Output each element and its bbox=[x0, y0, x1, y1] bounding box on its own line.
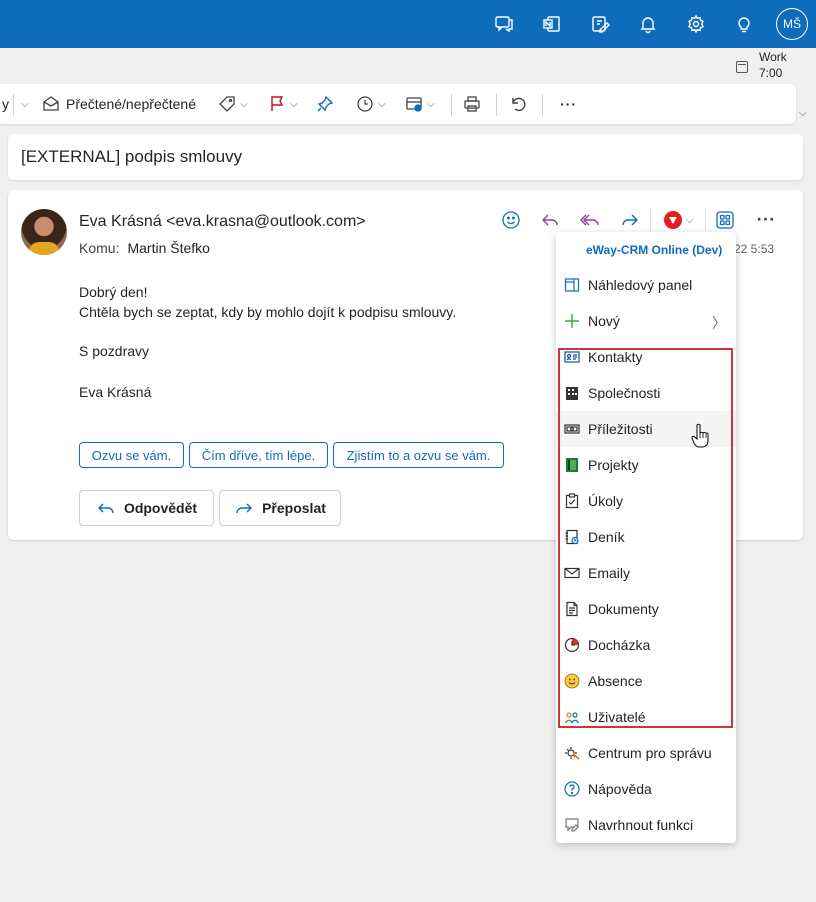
chevron-down-icon[interactable]: ⌵ bbox=[17, 84, 29, 124]
recipient-line: Komu: Martin Štefko bbox=[79, 240, 210, 256]
envelope-open-icon bbox=[43, 96, 59, 111]
top-app-bar: MŠ bbox=[0, 0, 816, 48]
print-button[interactable] bbox=[463, 84, 481, 124]
rules-button[interactable]: ⌵ bbox=[405, 84, 435, 124]
eway-crm-button[interactable]: ⌵ bbox=[658, 208, 698, 232]
sender-avatar[interactable] bbox=[21, 209, 67, 255]
reply-all-icon[interactable] bbox=[578, 208, 602, 232]
menu-item-preview-panel[interactable]: Náhledový panel bbox=[556, 267, 736, 303]
more-options-button[interactable]: ··· bbox=[560, 84, 577, 124]
calendar-icon bbox=[736, 61, 748, 73]
edit-note-icon[interactable] bbox=[588, 12, 612, 36]
body-closing: S pozdravy bbox=[79, 343, 150, 359]
menu-item-label: Navrhnout funkci bbox=[588, 817, 694, 833]
help-icon bbox=[564, 781, 580, 797]
reply-label: Odpovědět bbox=[123, 500, 198, 516]
forward-arrow-icon bbox=[236, 503, 253, 514]
recipient-name[interactable]: Martin Štefko bbox=[127, 240, 209, 256]
tag-button[interactable]: ⌵ bbox=[218, 84, 248, 124]
forward-button[interactable]: Přeposlat bbox=[219, 490, 341, 526]
message-date: 22 5:53 bbox=[734, 242, 775, 256]
admin-icon bbox=[564, 745, 580, 761]
menu-item-label: Nápověda bbox=[588, 781, 652, 797]
more-icon: ··· bbox=[560, 96, 577, 112]
truncated-dropdown[interactable]: y bbox=[2, 84, 9, 124]
rules-icon bbox=[406, 97, 422, 112]
forward-icon[interactable] bbox=[618, 208, 642, 232]
toolbar-expand-chevron-icon[interactable]: ⌵ bbox=[799, 108, 807, 119]
tag-icon bbox=[219, 96, 235, 112]
menu-item-label: Náhledový panel bbox=[588, 277, 693, 293]
body-line: Chtěla bych se zeptat, kdy by mohlo dojí… bbox=[79, 304, 457, 320]
message-toolbar: y ⌵ Přečtené/nepřečtené ⌵ ⌵ ⌵ ⌵ ··· bbox=[0, 84, 796, 124]
forward-label: Přeposlat bbox=[262, 500, 326, 516]
menu-item-new[interactable]: Nový 〉 bbox=[556, 303, 736, 339]
reply-arrow-icon bbox=[97, 503, 114, 514]
work-time: 7:00 bbox=[759, 66, 783, 80]
reply-icon[interactable] bbox=[538, 208, 562, 232]
pin-icon bbox=[317, 95, 334, 112]
menu-item-suggest-feature[interactable]: Navrhnout funkci bbox=[556, 807, 736, 843]
body-signature: Eva Krásná bbox=[79, 384, 152, 400]
to-label: Komu: bbox=[79, 240, 120, 256]
user-avatar[interactable]: MŠ bbox=[776, 8, 808, 40]
menu-item-admin-center[interactable]: Centrum pro správu bbox=[556, 735, 736, 771]
gear-icon[interactable] bbox=[684, 12, 708, 36]
plus-icon bbox=[564, 313, 580, 329]
undo-icon bbox=[512, 97, 526, 112]
clock-icon bbox=[357, 96, 373, 112]
menu-item-label: Centrum pro správu bbox=[588, 745, 712, 761]
email-subject: [EXTERNAL] podpis smlouvy bbox=[21, 147, 243, 166]
menu-item-help[interactable]: Nápověda bbox=[556, 771, 736, 807]
printer-icon bbox=[464, 96, 480, 112]
undo-button[interactable] bbox=[509, 84, 527, 124]
subject-card: [EXTERNAL] podpis smlouvy bbox=[8, 134, 803, 180]
work-time-indicator[interactable]: Work 7:00 bbox=[736, 50, 816, 80]
apps-icon[interactable] bbox=[713, 208, 737, 232]
lightbulb-icon[interactable] bbox=[732, 12, 756, 36]
suggest-icon bbox=[564, 817, 580, 833]
onenote-icon[interactable] bbox=[540, 12, 564, 36]
reply-button[interactable]: Odpovědět bbox=[79, 490, 214, 526]
body-greeting: Dobrý den! bbox=[79, 284, 148, 300]
read-unread-button[interactable]: Přečtené/nepřečtené bbox=[42, 84, 196, 124]
chevron-right-icon: 〉 bbox=[712, 316, 726, 332]
suggested-reply-1[interactable]: Ozvu se vám. bbox=[79, 442, 184, 468]
suggested-reply-3[interactable]: Zjistím to a ozvu se vám. bbox=[333, 442, 504, 468]
menu-item-label: Nový bbox=[588, 313, 620, 329]
read-unread-label: Přečtené/nepřečtené bbox=[66, 96, 196, 112]
highlight-annotation bbox=[558, 348, 733, 728]
eway-logo-icon bbox=[663, 211, 682, 229]
work-label: Work bbox=[759, 50, 787, 64]
suggested-reply-2[interactable]: Čím dříve, tím lépe. bbox=[189, 442, 328, 468]
emoji-icon[interactable] bbox=[499, 208, 523, 232]
hand-cursor-icon bbox=[691, 423, 709, 448]
flag-icon bbox=[271, 96, 284, 111]
panel-icon bbox=[564, 277, 580, 293]
bell-icon[interactable] bbox=[636, 12, 660, 36]
chat-icon[interactable] bbox=[492, 12, 516, 36]
snooze-button[interactable]: ⌵ bbox=[356, 84, 386, 124]
sender[interactable]: Eva Krásná <eva.krasna@outlook.com> bbox=[79, 213, 366, 231]
menu-header: eWay-CRM Online (Dev) bbox=[586, 243, 723, 257]
pin-button[interactable] bbox=[316, 84, 334, 124]
more-actions-icon[interactable]: ··· bbox=[754, 208, 778, 232]
flag-button[interactable]: ⌵ bbox=[268, 84, 298, 124]
